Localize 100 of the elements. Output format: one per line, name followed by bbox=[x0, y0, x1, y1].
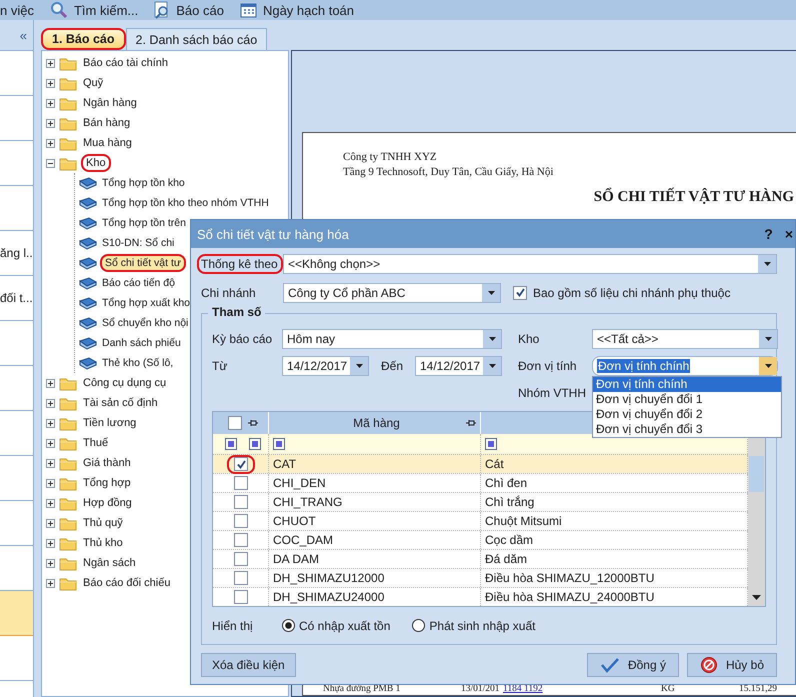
cancel-button[interactable]: Hủy bỏ bbox=[686, 653, 777, 677]
tree-item[interactable]: Công cụ dụng cụ bbox=[81, 375, 168, 391]
checkbox[interactable] bbox=[234, 476, 248, 490]
tree-item[interactable]: Thẻ kho (Số lô, bbox=[100, 355, 176, 371]
dropdown[interactable]: 14/12/2017 bbox=[282, 356, 369, 376]
help-button[interactable]: ? bbox=[764, 226, 773, 242]
grid-row[interactable]: CHI_DEN Chì đen bbox=[213, 473, 748, 492]
grid-row[interactable]: DH_SHIMAZU12000 Điều hòa SHIMAZU_12000BTU bbox=[213, 568, 748, 587]
checkbox[interactable] bbox=[234, 552, 248, 566]
collapse-button[interactable]: « bbox=[20, 28, 33, 42]
field-label: Chi nhánh bbox=[201, 286, 257, 300]
close-button[interactable]: × bbox=[784, 226, 793, 242]
book-icon bbox=[79, 256, 97, 270]
dropdown[interactable]: Công ty Cổ phần ABC bbox=[283, 282, 501, 302]
nav-item[interactable]: đối t... bbox=[0, 276, 33, 321]
dropdown[interactable]: <<Không chọn>> bbox=[283, 254, 777, 274]
grid-row[interactable]: DA DAM Đá dăm bbox=[213, 549, 748, 568]
checkbox[interactable] bbox=[234, 514, 248, 528]
tree-item[interactable]: Sổ chuyển kho nội bbox=[100, 315, 190, 331]
tree-item[interactable]: Thủ kho bbox=[81, 535, 125, 551]
checkbox[interactable] bbox=[234, 495, 248, 509]
grid-row[interactable]: CAT Cát bbox=[213, 454, 748, 473]
checkbox[interactable] bbox=[228, 416, 242, 430]
field-label: Nhóm VTHH bbox=[518, 386, 588, 400]
folder-icon bbox=[59, 416, 77, 430]
tree-item[interactable]: Danh sách phiếu bbox=[100, 335, 183, 351]
grid-row[interactable]: DH_SHIMAZU24000 Điều hòa SHIMAZU_24000BTU bbox=[213, 587, 748, 606]
folder-icon bbox=[59, 456, 77, 470]
checkbox[interactable] bbox=[234, 533, 248, 547]
radio-label: Phát sinh nhập xuất bbox=[429, 618, 536, 632]
checkbox[interactable] bbox=[234, 590, 248, 604]
tree-item[interactable]: Tổng hợp tồn trên bbox=[100, 215, 188, 231]
scrollbar-thumb[interactable] bbox=[749, 456, 764, 492]
dropdown-option[interactable]: Đơn vị chuyển đổi 3 bbox=[593, 422, 781, 436]
nav-item[interactable]: ăng l... bbox=[0, 231, 33, 276]
tree-item[interactable]: Báo cáo tài chính bbox=[81, 55, 170, 71]
tree-item[interactable]: Tổng hợp bbox=[81, 475, 133, 491]
field-label: Từ bbox=[212, 358, 228, 372]
tree-item[interactable]: Tiền lương bbox=[81, 415, 138, 431]
filter-icon bbox=[248, 438, 260, 450]
toolbar-item[interactable]: Tìm kiếm... bbox=[74, 2, 138, 18]
dropdown-option[interactable]: Đơn vị tính chính bbox=[593, 376, 781, 392]
folder-icon bbox=[59, 476, 77, 490]
tree-item[interactable]: Báo cáo tiến độ bbox=[100, 275, 177, 291]
tree-item[interactable]: Tổng hợp xuất kho bbox=[100, 295, 192, 311]
tree-item[interactable]: Sổ chi tiết vật tư bbox=[100, 254, 186, 272]
book-icon bbox=[79, 356, 97, 370]
tree-item[interactable]: Mua hàng bbox=[81, 135, 134, 151]
tree-item[interactable]: Hợp đồng bbox=[81, 495, 134, 511]
report-title: SỔ CHI TIẾT VẬT TƯ HÀNG bbox=[594, 189, 795, 206]
tree-item[interactable]: Quỹ bbox=[81, 75, 106, 91]
table-cell: CHI_TRANG bbox=[269, 493, 481, 511]
field-label: Kho bbox=[518, 332, 540, 346]
grid-row[interactable]: CHUOT Chuột Mitsumi bbox=[213, 511, 748, 530]
tree-item[interactable]: Giá thành bbox=[81, 455, 133, 471]
tree-item[interactable]: Bán hàng bbox=[81, 115, 132, 131]
dropdown[interactable]: 14/12/2017 bbox=[415, 356, 502, 376]
ok-button[interactable]: Đồng ý bbox=[586, 653, 679, 677]
dropdown[interactable]: Đơn vị tính chính bbox=[592, 356, 778, 376]
folder-icon bbox=[59, 496, 77, 510]
checkbox[interactable] bbox=[513, 286, 527, 300]
radio-button[interactable] bbox=[412, 619, 426, 632]
dropdown-option[interactable]: Đơn vị chuyển đổi 1 bbox=[593, 392, 781, 406]
checkbox[interactable] bbox=[234, 457, 248, 471]
checkbox-label: Bao gồm số liệu chi nhánh phụ thuộc bbox=[533, 286, 730, 300]
tree-item[interactable]: Tài sản cố định bbox=[81, 395, 160, 411]
tree-item[interactable]: Báo cáo đối chiếu bbox=[81, 575, 172, 591]
company-name: Công ty TNHH XYZ bbox=[343, 150, 438, 165]
clear-button[interactable]: Xóa điều kiện bbox=[201, 653, 296, 677]
checkbox[interactable] bbox=[234, 571, 248, 585]
table-cell: DA DAM bbox=[269, 550, 481, 568]
tree-item[interactable]: Kho bbox=[81, 154, 111, 172]
table-cell: DH_SHIMAZU12000 bbox=[269, 569, 481, 587]
book-icon bbox=[79, 316, 97, 330]
toolbar-item[interactable]: Ngày hạch toán bbox=[262, 2, 354, 18]
tree-item[interactable]: S10-DN: Sổ chi bbox=[100, 235, 176, 251]
table-cell-text: KG bbox=[660, 684, 676, 695]
tab[interactable]: 2. Danh sách báo cáo bbox=[126, 28, 268, 50]
table-cell-text: Nhựa đường PMB 1 bbox=[322, 684, 402, 695]
tree-item[interactable]: Thuế bbox=[81, 435, 110, 451]
book-icon bbox=[79, 276, 97, 290]
tree-item[interactable]: Thủ quỹ bbox=[81, 515, 125, 531]
toolbar-item[interactable]: Báo cáo bbox=[176, 2, 224, 18]
dropdown[interactable]: Hôm nay bbox=[282, 328, 502, 348]
dialog-title: Sổ chi tiết vật tư hàng hóa bbox=[197, 226, 349, 242]
table-cell: CHI_DEN bbox=[269, 474, 481, 492]
tree-item[interactable]: Ngân hàng bbox=[81, 95, 139, 111]
tree-item[interactable]: Tổng hợp tồn kho bbox=[100, 175, 187, 191]
dropdown[interactable]: <<Tất cả>> bbox=[592, 328, 778, 348]
grid-row[interactable]: COC_DAM Cọc dầm bbox=[213, 530, 748, 549]
nav-item[interactable] bbox=[0, 591, 33, 636]
dropdown-option[interactable]: Đơn vị chuyển đổi 2 bbox=[593, 406, 781, 422]
tree-item[interactable]: Tổng hợp tồn kho theo nhóm VTHH bbox=[100, 195, 271, 211]
folder-icon bbox=[59, 136, 77, 150]
radio-button[interactable] bbox=[282, 619, 295, 632]
tab[interactable]: 1. Báo cáo bbox=[41, 28, 126, 50]
tree-item[interactable]: Ngân sách bbox=[81, 555, 138, 571]
grid-row[interactable]: CHI_TRANG Chì trắng bbox=[213, 492, 748, 511]
table-cell-text: 15.151,29 bbox=[738, 684, 777, 695]
toolbar-item[interactable]: n việc bbox=[0, 2, 34, 18]
